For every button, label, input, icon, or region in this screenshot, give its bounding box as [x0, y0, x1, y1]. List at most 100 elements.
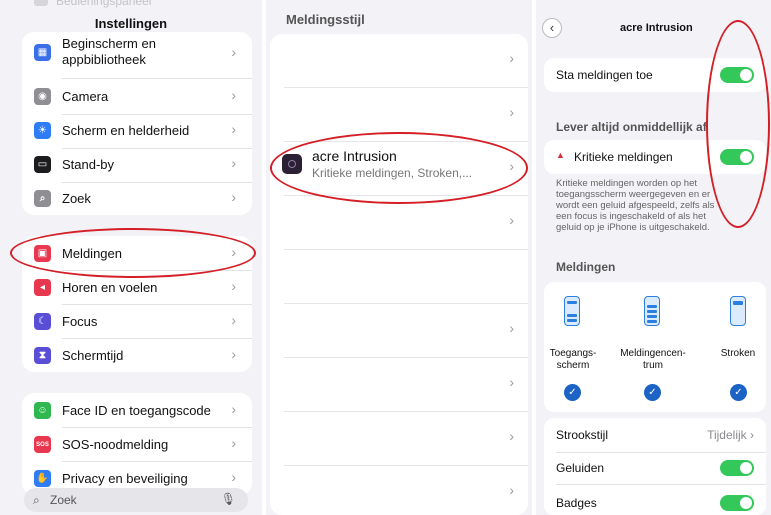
chevron-right-icon: › — [231, 44, 236, 60]
menu-item-home-screen[interactable]: ▦ Beginscherm en appbibliotheek › — [22, 32, 252, 72]
chevron-right-icon: › — [231, 278, 236, 294]
menu-item-search[interactable]: ⌕ Zoek › — [22, 182, 252, 215]
menu-item-faceid[interactable]: ☺ Face ID en toegangscode › — [22, 393, 252, 427]
menu-item-label: Stand-by — [62, 157, 115, 172]
critical-alerts-toggle[interactable] — [720, 149, 754, 165]
allow-notifications-toggle[interactable] — [720, 67, 754, 83]
menu-item-focus[interactable]: ☾ Focus › — [22, 304, 252, 338]
chevron-right-icon: › — [509, 320, 514, 336]
settings-group-security: ☺ Face ID en toegangscode › SOS SOS-nood… — [22, 393, 252, 495]
chevron-right-icon: › — [231, 87, 236, 103]
sounds-label: Geluiden — [556, 461, 605, 475]
menu-item-camera[interactable]: ◉ Camera › — [22, 80, 252, 114]
control-center-icon — [34, 0, 48, 6]
checkmark-icon: ✓ — [564, 384, 581, 401]
magnifier-icon: ⌕ — [33, 493, 40, 507]
list-item[interactable] — [270, 250, 528, 304]
app-name: acre Intrusion — [312, 148, 397, 164]
checkmark-icon: ✓ — [644, 384, 661, 401]
checkmark-icon: ✓ — [730, 384, 747, 401]
critical-alerts-note: Kritieke meldingen worden op het toegang… — [556, 178, 715, 233]
menu-item-label: Camera — [62, 89, 109, 104]
menu-item-label: Face ID en toegangscode — [62, 403, 211, 418]
settings-group-notifications: ▣ Meldingen › ◂ Horen en voelen › ☾ Focu… — [22, 236, 252, 372]
list-item[interactable]: › — [270, 412, 528, 466]
menu-item-label: Schermtijd — [62, 348, 124, 363]
chevron-right-icon: › — [509, 374, 514, 390]
style-label: Toegangs-scherm — [549, 348, 597, 371]
notification-options-card: Strookstijl Tijdelijk › Geluiden Badges — [544, 418, 766, 515]
menu-item-notifications[interactable]: ▣ Meldingen › — [22, 236, 252, 270]
style-label: Stroken — [720, 348, 756, 359]
divider — [62, 78, 252, 79]
notifications-icon: ▣ — [34, 245, 51, 262]
chevron-right-icon: › — [231, 189, 236, 205]
search-placeholder: Zoek — [50, 493, 77, 507]
menu-item-sounds-haptics[interactable]: ◂ Horen en voelen › — [22, 270, 252, 304]
lock-screen-phone-icon — [564, 296, 580, 326]
badges-label: Badges — [556, 496, 597, 510]
menu-item-label: Horen en voelen — [62, 280, 158, 295]
app-subtitle: Kritieke meldingen, Stroken,... — [312, 166, 473, 180]
menu-item-label: SOS-noodmelding — [62, 437, 169, 452]
list-item[interactable]: › — [270, 88, 528, 142]
warning-icon: ▲ — [556, 150, 565, 160]
camera-icon: ◉ — [34, 88, 51, 105]
divider — [556, 452, 766, 453]
chevron-right-icon: › — [509, 482, 514, 498]
critical-alerts-label: Kritieke meldingen — [574, 150, 673, 164]
menu-item-standby[interactable]: ▭ Stand-by › — [22, 148, 252, 182]
chevron-right-icon: › — [509, 212, 514, 228]
banner-phone-icon — [730, 296, 746, 326]
list-item[interactable]: › — [270, 358, 528, 412]
menu-item-emergency-sos[interactable]: SOS SOS-noodmelding › — [22, 427, 252, 461]
chevron-right-icon: › — [231, 435, 236, 451]
chevron-right-icon: › — [509, 158, 514, 174]
search-input[interactable]: ⌕ Zoek 🎙 — [24, 488, 248, 512]
list-item[interactable]: › — [270, 466, 528, 515]
chevron-right-icon: › — [509, 104, 514, 120]
list-item[interactable]: › — [270, 34, 528, 88]
app-list: › › acre Intrusion Kritieke meldingen, S… — [270, 34, 528, 515]
sounds-toggle[interactable] — [720, 460, 754, 476]
settings-panel: Bedieningspaneel Instellingen ▦ Beginsch… — [0, 0, 262, 515]
settings-title: Instellingen — [94, 16, 168, 31]
menu-item-label: Beginscherm en — [62, 36, 156, 51]
list-item[interactable]: › — [270, 304, 528, 358]
home-screen-icon: ▦ — [34, 44, 51, 61]
settings-group-display: ▦ Beginscherm en appbibliotheek › ◉ Camer… — [22, 32, 252, 215]
style-label: Meldingencen-trum — [620, 348, 686, 371]
ghost-menu-item: Bedieningspaneel — [22, 0, 252, 10]
sos-icon: SOS — [34, 436, 51, 453]
notification-center-phone-icon — [644, 296, 660, 326]
chevron-right-icon: › — [231, 121, 236, 137]
banner-style-label: Strookstijl — [556, 428, 609, 442]
allow-notifications-label: Sta meldingen toe — [556, 68, 653, 82]
app-settings-panel: ‹ acre Intrusion Sta meldingen toe Lever… — [536, 0, 771, 515]
chevron-right-icon: › — [231, 346, 236, 362]
notifications-header: Meldingen — [556, 260, 616, 274]
chevron-right-icon: › — [509, 50, 514, 66]
divider — [556, 484, 766, 485]
menu-item-display-brightness[interactable]: ☀ Scherm en helderheid › — [22, 114, 252, 148]
list-item-acre-intrusion[interactable]: acre Intrusion Kritieke meldingen, Strok… — [270, 142, 528, 196]
menu-item-label: Privacy en beveiliging — [62, 471, 188, 486]
deliver-header: Lever altijd onmiddellijk af — [556, 120, 707, 134]
menu-item-screen-time[interactable]: ⧗ Schermtijd › — [22, 338, 252, 372]
brightness-icon: ☀ — [34, 122, 51, 139]
chevron-right-icon: › — [509, 428, 514, 444]
back-button[interactable]: ‹ — [542, 18, 562, 38]
menu-item-label: Meldingen — [62, 246, 122, 261]
hand-icon: ✋ — [34, 470, 51, 487]
section-title: Meldingsstijl — [286, 12, 365, 27]
chevron-right-icon: › — [231, 469, 236, 485]
microphone-icon[interactable]: 🎙 — [221, 492, 236, 506]
chevron-right-icon: › — [231, 155, 236, 171]
chevron-right-icon: › — [231, 401, 236, 417]
sound-icon: ◂ — [34, 279, 51, 296]
list-item[interactable]: › — [270, 196, 528, 250]
badges-toggle[interactable] — [720, 495, 754, 511]
search-icon: ⌕ — [34, 190, 51, 207]
hourglass-icon: ⧗ — [34, 347, 51, 364]
banner-style-value: Tijdelijk › — [707, 428, 754, 442]
